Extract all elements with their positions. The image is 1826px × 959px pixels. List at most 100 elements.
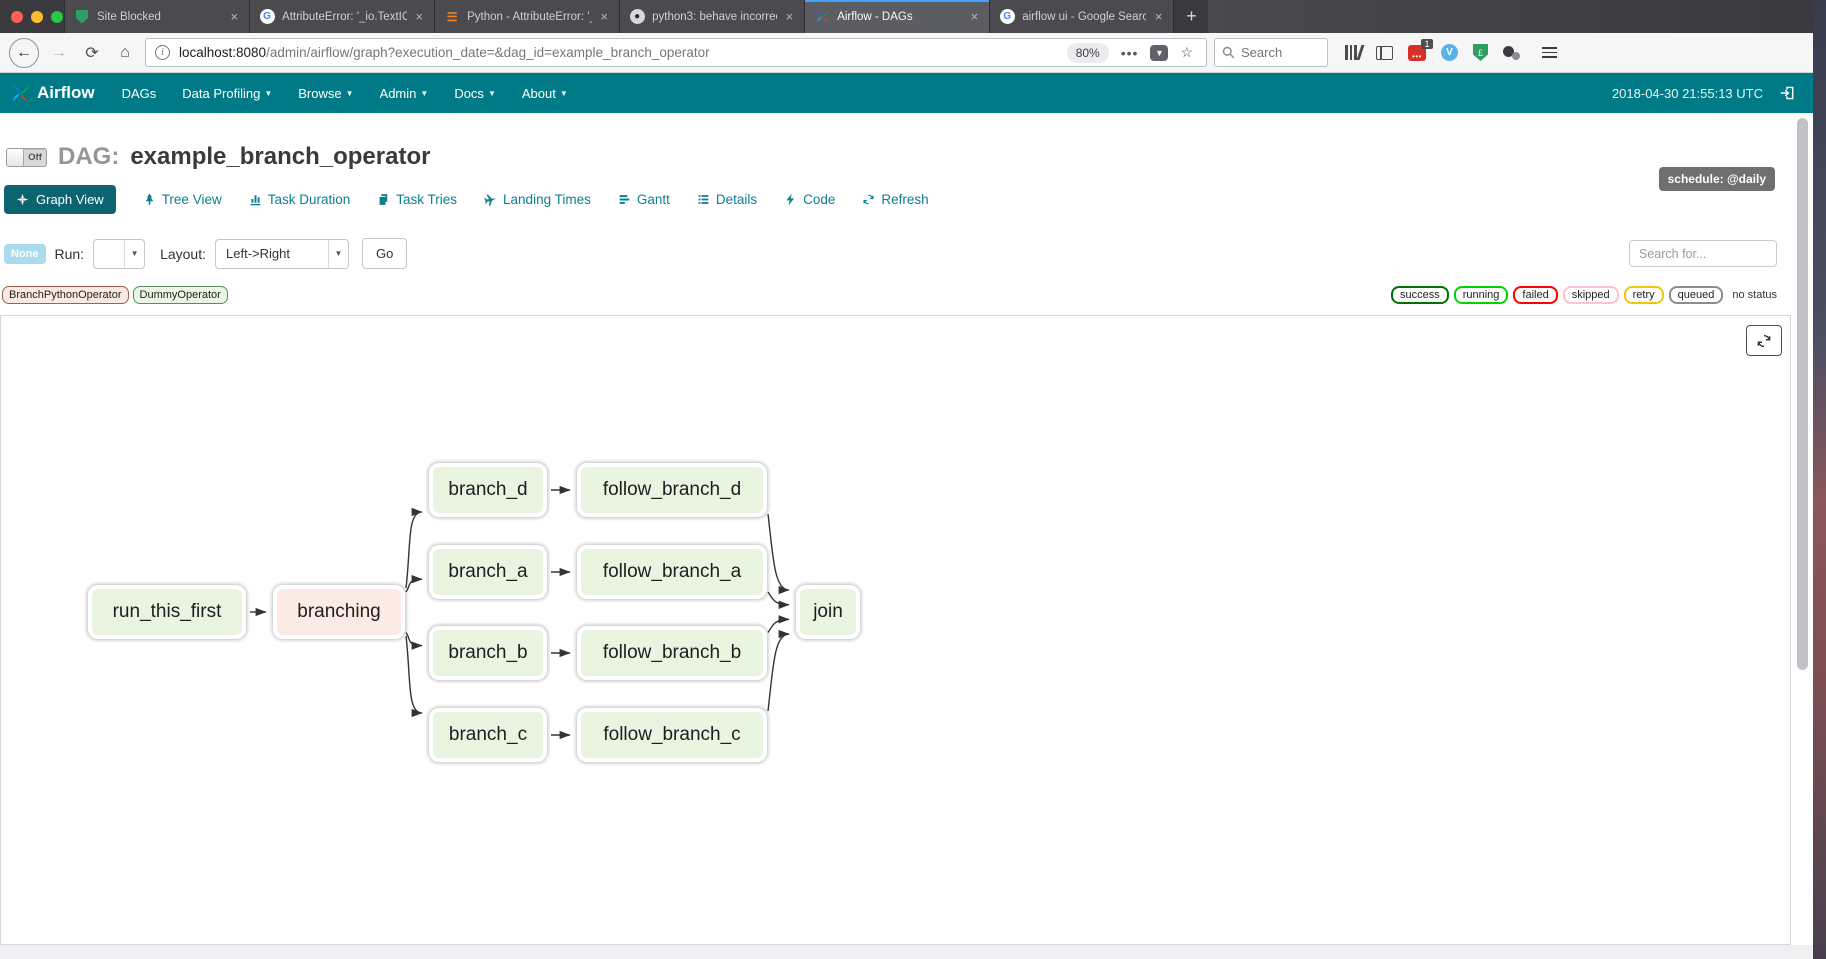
- view-task-duration-link[interactable]: Task Duration: [249, 192, 351, 207]
- task-node-branch_a[interactable]: branch_a: [429, 545, 547, 599]
- extension-shield-icon[interactable]: £: [1473, 44, 1488, 61]
- logout-icon[interactable]: [1779, 84, 1797, 102]
- nav-item-label: Docs: [454, 86, 484, 101]
- url-bar[interactable]: i localhost:8080/admin/airflow/graph?exe…: [145, 38, 1207, 67]
- browser-toolbar: ← → ⟳ ⌂ i localhost:8080/admin/airflow/g…: [0, 33, 1813, 73]
- sidebar-icon[interactable]: [1376, 46, 1393, 60]
- search-icon: [1222, 46, 1235, 59]
- tab-close-icon[interactable]: ×: [969, 9, 981, 24]
- tab-close-icon[interactable]: ×: [784, 9, 796, 24]
- vertical-scrollbar[interactable]: [1797, 118, 1808, 670]
- airflow-logo-icon: [10, 83, 31, 104]
- nav-item-label: Data Profiling: [182, 86, 260, 101]
- forward-button[interactable]: →: [46, 44, 72, 62]
- task-node-branch_d[interactable]: branch_d: [429, 463, 547, 517]
- toggle-knob: [7, 149, 24, 166]
- dag-edges: [1, 316, 1790, 944]
- browser-tab-5[interactable]: Airflow - DAGs×: [804, 0, 989, 33]
- page-bottom-gutter: [0, 945, 1813, 959]
- task-node-follow_branch_a[interactable]: follow_branch_a: [577, 545, 767, 599]
- view-gantt-link[interactable]: Gantt: [618, 192, 670, 207]
- tab-close-icon[interactable]: ×: [599, 9, 611, 24]
- status-legend-queued: queued: [1669, 286, 1724, 304]
- browser-tab-4[interactable]: ●python3: behave incorrectly mo×: [619, 0, 804, 33]
- utc-clock: 2018-04-30 21:55:13 UTC: [1612, 86, 1763, 101]
- tab-bar-empty-space: [1208, 0, 1813, 33]
- task-node-follow_branch_c[interactable]: follow_branch_c: [577, 708, 767, 762]
- close-window-icon[interactable]: [11, 11, 23, 23]
- task-node-branch_c[interactable]: branch_c: [429, 708, 547, 762]
- task-node-join[interactable]: join: [796, 585, 860, 639]
- site-info-icon[interactable]: i: [155, 45, 170, 60]
- browser-search-bar[interactable]: [1214, 38, 1328, 67]
- extension-red-icon[interactable]: •••1: [1408, 45, 1426, 61]
- url-text[interactable]: localhost:8080/admin/airflow/graph?execu…: [179, 45, 1058, 60]
- extension-blue-icon[interactable]: V: [1441, 44, 1458, 61]
- run-select[interactable]: ▼: [93, 239, 145, 269]
- reload-button[interactable]: ⟳: [79, 43, 105, 63]
- zoom-level-badge[interactable]: 80%: [1067, 43, 1109, 63]
- view-tree-view-link[interactable]: Tree View: [143, 192, 222, 207]
- airflow-brand[interactable]: Airflow: [10, 83, 95, 104]
- new-tab-button[interactable]: +: [1174, 0, 1208, 33]
- task-node-follow_branch_d[interactable]: follow_branch_d: [577, 463, 767, 517]
- nav-item-browse[interactable]: Browse▼: [285, 73, 366, 113]
- window-controls: [0, 0, 64, 33]
- browser-tab-3[interactable]: ☰Python - AttributeError: '_io.Te×: [434, 0, 619, 33]
- tab-close-icon[interactable]: ×: [228, 9, 240, 24]
- schedule-badge: schedule: @daily: [1659, 167, 1775, 191]
- base-date-badge: None: [4, 244, 46, 264]
- refresh-icon: [1756, 333, 1772, 349]
- task-node-branch_b[interactable]: branch_b: [429, 626, 547, 680]
- task-node-branching[interactable]: branching: [273, 585, 405, 639]
- browser-search-input[interactable]: [1241, 45, 1311, 60]
- task-node-follow_branch_b[interactable]: follow_branch_b: [577, 626, 767, 680]
- view-task-tries-link[interactable]: Task Tries: [377, 192, 457, 207]
- browser-tab-6[interactable]: Gairflow ui - Google Search×: [989, 0, 1174, 33]
- view-graph-view-label: Graph View: [36, 192, 104, 207]
- back-button[interactable]: ←: [9, 38, 39, 68]
- nav-item-docs[interactable]: Docs▼: [441, 73, 509, 113]
- airflow-content: schedule: @daily Off DAG: example_branch…: [0, 140, 1813, 945]
- browser-tab-1[interactable]: Site Blocked×: [64, 0, 249, 33]
- extension-badge: 1: [1421, 39, 1433, 49]
- tab-close-icon[interactable]: ×: [414, 9, 426, 24]
- chevron-down-icon: ▼: [560, 89, 568, 98]
- graph-refresh-button[interactable]: [1746, 325, 1782, 356]
- edge-follow_branch_d-to-join: [768, 514, 789, 590]
- refresh-icon: [862, 193, 875, 206]
- pocket-icon[interactable]: ▼: [1150, 45, 1168, 61]
- view-code-link[interactable]: Code: [784, 192, 835, 207]
- view-landing-times-link[interactable]: Landing Times: [484, 192, 591, 207]
- view-graph-view-button[interactable]: Graph View: [4, 185, 116, 214]
- nav-item-about[interactable]: About▼: [509, 73, 581, 113]
- tab-close-icon[interactable]: ×: [1153, 9, 1165, 24]
- dag-pause-toggle[interactable]: Off: [6, 148, 47, 167]
- library-icon[interactable]: [1345, 45, 1361, 60]
- view-task-tries-label: Task Tries: [396, 192, 457, 207]
- nav-item-data-profiling[interactable]: Data Profiling▼: [169, 73, 285, 113]
- nav-item-dags[interactable]: DAGs: [109, 73, 170, 113]
- edge-branching-to-branch_c: [406, 636, 422, 713]
- browser-tab-bar: Site Blocked×GAttributeError: '_io.TextI…: [0, 0, 1813, 33]
- nav-item-label: Admin: [380, 86, 417, 101]
- edge-follow_branch_a-to-join: [768, 592, 789, 605]
- go-button[interactable]: Go: [362, 238, 407, 269]
- view-details-label: Details: [716, 192, 757, 207]
- google-tab-icon: G: [259, 9, 275, 25]
- view-details-link[interactable]: Details: [697, 192, 757, 207]
- browser-tab-2[interactable]: GAttributeError: '_io.TextIOWrapp×: [249, 0, 434, 33]
- view-refresh-link[interactable]: Refresh: [862, 192, 928, 207]
- task-node-run_this_first[interactable]: run_this_first: [88, 585, 246, 639]
- nav-item-admin[interactable]: Admin▼: [367, 73, 442, 113]
- page-actions-icon[interactable]: •••: [1118, 45, 1142, 61]
- minimize-window-icon[interactable]: [31, 11, 43, 23]
- layout-select[interactable]: Left->Right▼: [215, 239, 349, 269]
- menu-hamburger-icon[interactable]: [1542, 47, 1557, 58]
- bookmark-star-icon[interactable]: ☆: [1177, 44, 1197, 61]
- maximize-window-icon[interactable]: [51, 11, 63, 23]
- home-button[interactable]: ⌂: [112, 44, 138, 62]
- status-legend-no-status: no status: [1732, 289, 1777, 301]
- extension-orbs-icon[interactable]: [1503, 45, 1521, 61]
- task-search-input[interactable]: [1629, 240, 1777, 267]
